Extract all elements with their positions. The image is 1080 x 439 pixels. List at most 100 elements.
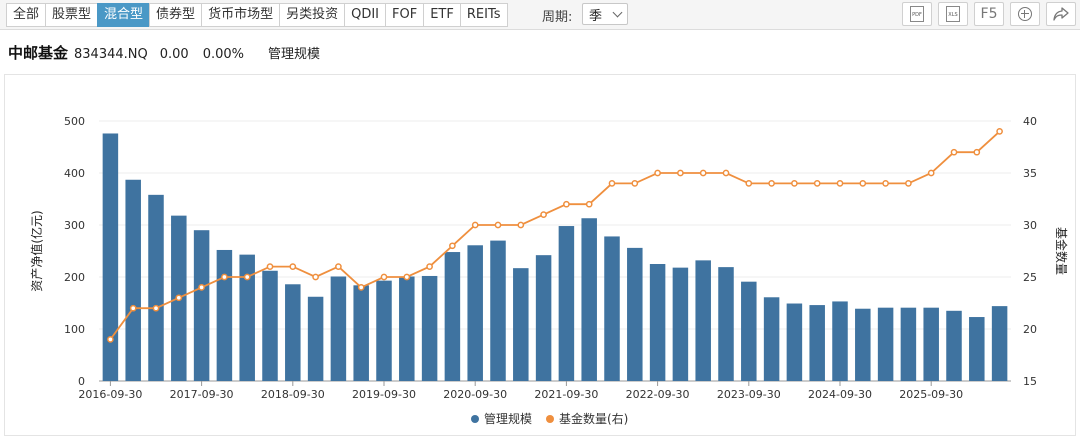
- refresh-f5-button[interactable]: F5: [974, 2, 1004, 26]
- x-tick-label: 2021-09-30: [534, 388, 598, 401]
- line-point: [449, 242, 456, 250]
- export-pdf-button[interactable]: PDF: [902, 2, 932, 26]
- line-point: [677, 169, 684, 177]
- y-tick-label: 100: [64, 323, 85, 336]
- line-point: [722, 169, 730, 177]
- y-tick-label: 500: [64, 115, 85, 128]
- chart-svg: 0 100 200 300 400 500 15 20 25 30 35 40 2016-09-30 20…: [29, 115, 1069, 426]
- line-point: [950, 148, 958, 156]
- line-point: [631, 180, 639, 187]
- tab-6[interactable]: QDII: [344, 3, 387, 27]
- line-point: [517, 221, 525, 229]
- legend-bar-marker: [471, 415, 479, 423]
- bar: [786, 303, 803, 381]
- bar: [353, 285, 369, 381]
- line-point: [563, 200, 570, 208]
- line-point: [540, 211, 547, 218]
- toolbar: 全部 股票型 混合型 债券型 货币市场型 另类投资 QDII FOF ETF REITs 周期: …: [0, 0, 1080, 30]
- bar: [216, 249, 233, 381]
- x-tick-label: 2016-09-30: [78, 388, 142, 401]
- line-point: [905, 180, 912, 187]
- x-tick-label: 2025-09-30: [899, 388, 963, 401]
- f5-label: F5: [980, 6, 998, 22]
- line-point: [882, 180, 889, 187]
- line-point: [221, 273, 228, 281]
- bar: [262, 270, 278, 381]
- bar: [604, 236, 620, 381]
- fund-change: 0.00%: [202, 47, 244, 62]
- fund-header: 中邮基金 834344.NQ 0.00 0.00% 管理规模: [8, 42, 320, 62]
- bar: [148, 194, 164, 381]
- fund-value: 0.00: [159, 47, 189, 62]
- export-xls-button[interactable]: XLS: [938, 2, 968, 26]
- share-icon: [1053, 7, 1069, 21]
- tab-2[interactable]: 混合型: [97, 3, 151, 27]
- tab-3[interactable]: 债券型: [149, 3, 203, 27]
- bar: [923, 307, 939, 381]
- bar: [718, 267, 734, 381]
- bar: [467, 245, 483, 381]
- y2-tick-label: 15: [1023, 375, 1037, 388]
- y-tick-label: 400: [64, 167, 85, 180]
- bar: [877, 307, 894, 381]
- chevron-down-icon: [612, 7, 623, 17]
- line-point: [357, 284, 365, 291]
- bar: [102, 133, 119, 381]
- bar: [900, 307, 917, 381]
- period-select[interactable]: 季: [582, 3, 628, 25]
- xls-file-icon: XLS: [946, 6, 960, 22]
- y-tick-label: 200: [64, 271, 85, 284]
- bar: [490, 240, 506, 381]
- bar: [969, 317, 985, 381]
- y-tick-label: 0: [78, 375, 85, 388]
- line-point: [654, 169, 661, 177]
- bar: [672, 267, 689, 381]
- line-point: [243, 273, 251, 281]
- chart-container: 0 100 200 300 400 500 15 20 25 30 35 40 2016-09-30 20…: [4, 74, 1076, 436]
- bar: [695, 260, 711, 381]
- pdf-file-icon: PDF: [910, 6, 924, 22]
- bar: [649, 264, 666, 381]
- line-point: [768, 180, 775, 187]
- toolbar-tools: PDF XLS F5: [896, 2, 1076, 26]
- y2-tick-label: 20: [1023, 323, 1037, 336]
- legend-bar-label: 管理规模: [484, 411, 532, 426]
- bar: [421, 275, 438, 381]
- line-point: [107, 336, 114, 343]
- bar: [627, 247, 643, 381]
- y-axis-title: 资产净值(亿元): [29, 210, 44, 291]
- y2-tick-label: 40: [1023, 115, 1037, 128]
- line-point: [585, 200, 593, 208]
- line-point: [152, 304, 160, 312]
- bar: [558, 226, 575, 381]
- x-tick-label: 2019-09-30: [352, 388, 416, 401]
- line-point: [836, 180, 844, 187]
- y-tick-label: 300: [64, 219, 85, 232]
- line-point: [312, 273, 319, 281]
- tab-0[interactable]: 全部: [6, 3, 47, 27]
- line-point: [494, 221, 502, 229]
- period-select-value: 季: [589, 8, 603, 24]
- x-tick-label: 2022-09-30: [626, 388, 690, 401]
- period-label: 周期:: [542, 10, 573, 25]
- line-point: [791, 180, 798, 187]
- tab-7[interactable]: FOF: [385, 3, 425, 27]
- bar: [763, 297, 780, 381]
- bar: [330, 276, 347, 381]
- x-tick-label: 2023-09-30: [717, 388, 781, 401]
- tab-1[interactable]: 股票型: [45, 3, 99, 27]
- bar: [991, 306, 1008, 381]
- line-point: [699, 169, 707, 177]
- line-point: [198, 284, 205, 291]
- tab-9[interactable]: REITs: [459, 3, 508, 27]
- line-point: [426, 263, 433, 270]
- bar: [513, 268, 529, 381]
- tab-8[interactable]: ETF: [423, 3, 461, 27]
- legend-line-marker: [546, 415, 554, 423]
- add-button[interactable]: [1010, 2, 1040, 26]
- tab-4[interactable]: 货币市场型: [201, 3, 281, 27]
- line-point: [266, 263, 274, 270]
- tab-5[interactable]: 另类投资: [279, 3, 346, 27]
- share-button[interactable]: [1046, 2, 1076, 26]
- line-point: [745, 180, 753, 187]
